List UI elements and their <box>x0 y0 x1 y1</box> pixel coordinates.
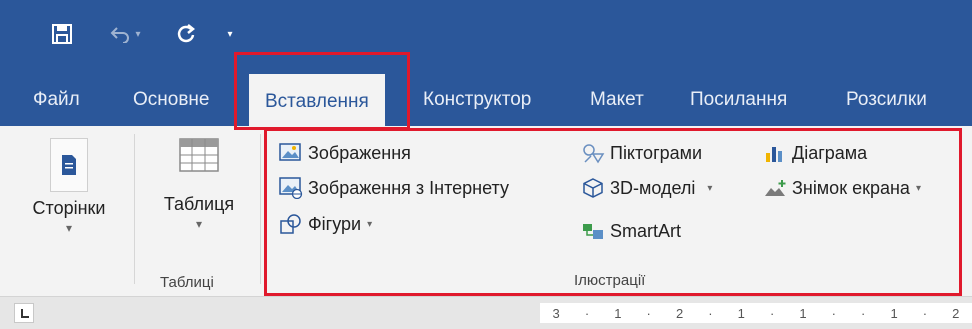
screenshot-label: Знімок екрана <box>792 177 910 198</box>
pages-label: Сторінки <box>32 198 106 218</box>
ruler-mark: · <box>831 305 836 321</box>
illustrations-group-label: Ілюстрації <box>574 272 646 289</box>
ruler-mark: · <box>584 305 590 321</box>
ruler-bar: 3 · 1 · 2 · 1 · 1 · · 1 · 2 <box>0 297 972 329</box>
tab-home[interactable]: Основне <box>133 70 210 126</box>
customize-icon[interactable]: ▾ <box>220 14 240 54</box>
online-pictures-button[interactable]: Зображення з Інтернету <box>278 173 509 203</box>
tab-file[interactable]: Файл <box>33 70 80 126</box>
undo-icon[interactable]: ▾ <box>100 14 150 54</box>
ruler-mark: · <box>708 305 713 321</box>
ruler-mark: 1 <box>799 305 807 321</box>
chevron-down-icon: ▾ <box>915 182 921 194</box>
chevron-down-icon: ▾ <box>367 218 373 230</box>
horizontal-ruler[interactable]: 3 · 1 · 2 · 1 · 1 · · 1 · 2 <box>540 303 972 323</box>
tab-design[interactable]: Конструктор <box>423 70 531 126</box>
tables-group-label: Таблиці <box>160 274 214 291</box>
chart-label: Діаграма <box>792 142 868 163</box>
smartart-button[interactable]: SmartArt <box>580 216 681 246</box>
table-icon <box>179 138 219 172</box>
pages-icon <box>50 138 88 192</box>
screenshot-button[interactable]: Знімок екрана ▾ <box>762 173 921 203</box>
picture-icon <box>278 141 304 165</box>
ruler-mark: · <box>769 305 775 321</box>
ruler-mark: 1 <box>614 305 622 321</box>
shapes-icon <box>278 212 304 236</box>
smartart-icon <box>580 219 606 243</box>
screenshot-icon <box>762 176 788 200</box>
save-icon[interactable] <box>44 14 80 54</box>
3d-models-button[interactable]: 3D-моделі ▾ <box>580 173 712 203</box>
pictograms-icon <box>580 141 606 165</box>
ruler-mark: 3 <box>552 305 560 321</box>
chevron-down-icon: ▾ <box>65 221 73 235</box>
chart-button[interactable]: Діаграма <box>762 138 867 168</box>
shapes-button[interactable]: Фігури ▾ <box>278 209 372 239</box>
ribbon-tabs: Файл Основне Вставлення Конструктор Маке… <box>0 70 972 126</box>
cube-icon <box>580 176 606 200</box>
ruler-mark: 2 <box>952 305 960 321</box>
3d-models-label: 3D-моделі <box>610 177 696 198</box>
divider <box>134 134 135 284</box>
divider <box>260 134 261 284</box>
tab-references[interactable]: Посилання <box>690 70 787 126</box>
ruler-mark: · <box>646 305 651 321</box>
smartart-label: SmartArt <box>610 220 682 241</box>
online-pictures-label: Зображення з Інтернету <box>308 177 509 198</box>
chevron-down-icon: ▾ <box>707 182 713 194</box>
ruler-mark: 1 <box>890 305 898 321</box>
icons-button[interactable]: Піктограми <box>580 138 702 168</box>
icons-label: Піктограми <box>610 142 703 163</box>
title-bar: ▾ ▾ <box>0 0 972 70</box>
ruler-mark: 2 <box>675 305 684 321</box>
chevron-down-icon: ▾ <box>195 217 203 231</box>
ruler-mark: 1 <box>737 305 745 321</box>
shapes-label: Фігури <box>308 213 362 234</box>
bar-chart-icon <box>762 141 788 165</box>
table-label: Таблиця <box>163 194 235 214</box>
online-picture-icon <box>278 176 304 200</box>
ribbon-panel: Сторінки ▾ Таблиця ▾ Таблиці Зображення … <box>0 126 972 297</box>
tab-stop-selector[interactable] <box>14 303 34 323</box>
ruler-mark: · <box>861 305 866 321</box>
pictures-label: Зображення <box>308 142 411 163</box>
tab-mailings[interactable]: Розсилки <box>846 70 927 126</box>
tab-insert[interactable]: Вставлення <box>249 74 385 126</box>
table-button[interactable]: Таблиця ▾ <box>144 138 254 231</box>
redo-icon[interactable] <box>168 14 204 54</box>
tab-layout[interactable]: Макет <box>590 70 644 126</box>
pictures-button[interactable]: Зображення <box>278 138 411 168</box>
ruler-mark: · <box>922 305 928 321</box>
pages-button[interactable]: Сторінки ▾ <box>14 138 124 235</box>
